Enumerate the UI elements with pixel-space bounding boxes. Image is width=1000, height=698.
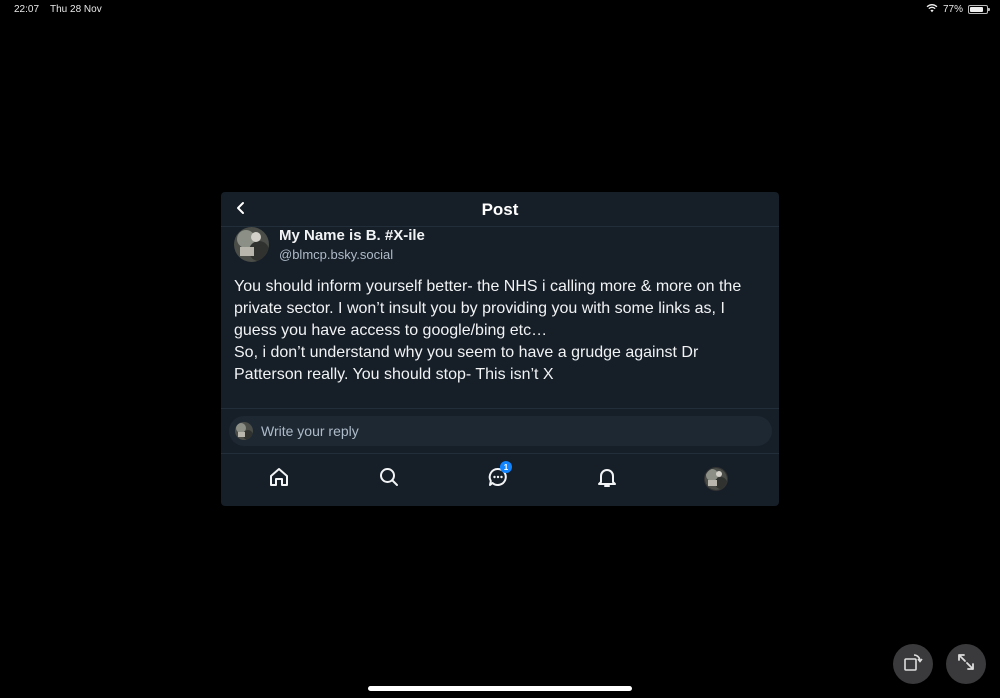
post-text: You should inform yourself better- the N… [234,278,742,383]
profile-avatar [704,467,728,491]
search-icon [378,466,400,493]
author-avatar[interactable] [234,227,269,262]
post-header: Post [221,192,779,227]
status-right: 77% [926,3,990,16]
status-bar: 22:07 Thu 28 Nov 77% [0,0,1000,20]
tab-messages[interactable]: 1 [483,461,513,494]
rotate-icon [902,651,924,678]
rotate-button[interactable] [893,644,933,684]
battery-icon [968,5,990,14]
tab-search[interactable] [374,464,404,494]
home-indicator[interactable] [368,686,632,691]
wifi-icon [926,3,938,16]
tab-profile[interactable] [701,464,731,494]
reply-input[interactable]: Write your reply [229,416,772,446]
battery-percent: 77% [942,4,963,15]
home-icon [268,466,290,493]
expand-button[interactable] [946,644,986,684]
messages-badge: 1 [500,461,512,473]
author-display-name[interactable]: My Name is B. #X-ile [279,227,425,244]
status-date: Thu 28 Nov [50,4,102,15]
post-timestamp-clipped [234,404,424,410]
app-window: Post My Name is B. #X-ile @blmcp.bsky.so… [221,192,779,506]
page-title: Post [481,200,519,219]
post-author[interactable]: My Name is B. #X-ile @blmcp.bsky.social [234,227,764,263]
tab-home[interactable] [264,464,294,494]
status-time: 22:07 [14,4,40,15]
bottom-tab-bar: 1 [221,454,779,506]
tab-notifications[interactable] [592,464,622,494]
divider [221,408,779,409]
bell-icon [596,466,618,493]
author-handle[interactable]: @blmcp.bsky.social [279,247,393,262]
reply-placeholder: Write your reply [261,423,359,439]
expand-icon [955,651,977,678]
reply-avatar [235,422,253,440]
